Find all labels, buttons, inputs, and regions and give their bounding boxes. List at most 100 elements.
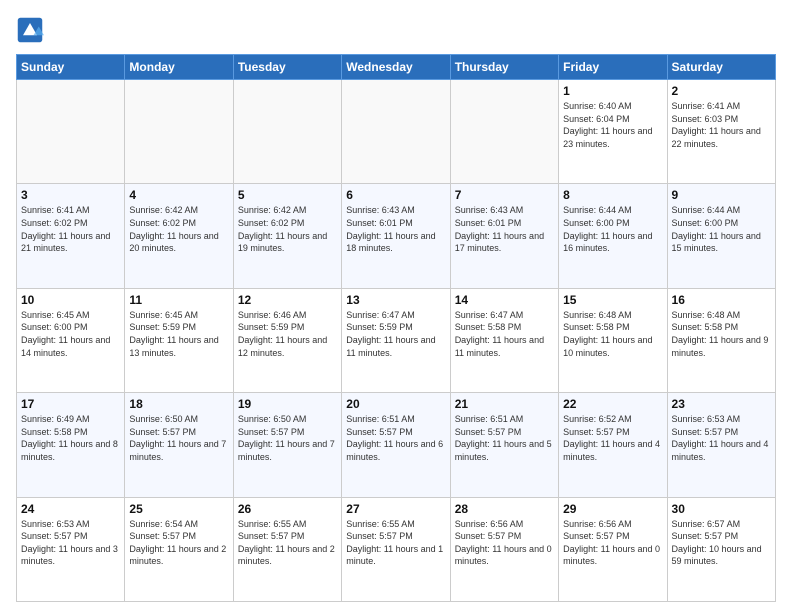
calendar-day-cell: 29 Sunrise: 6:56 AMSunset: 5:57 PMDayligh… <box>559 497 667 601</box>
day-number: 20 <box>346 397 445 411</box>
day-info: Sunrise: 6:43 AMSunset: 6:01 PMDaylight:… <box>455 204 554 254</box>
day-info: Sunrise: 6:50 AMSunset: 5:57 PMDaylight:… <box>238 413 337 463</box>
day-number: 12 <box>238 293 337 307</box>
day-info: Sunrise: 6:44 AMSunset: 6:00 PMDaylight:… <box>563 204 662 254</box>
calendar-day-cell: 19 Sunrise: 6:50 AMSunset: 5:57 PMDayligh… <box>233 393 341 497</box>
day-number: 17 <box>21 397 120 411</box>
calendar-day-cell: 30 Sunrise: 6:57 AMSunset: 5:57 PMDayligh… <box>667 497 775 601</box>
day-number: 30 <box>672 502 771 516</box>
day-number: 22 <box>563 397 662 411</box>
calendar-day-cell <box>450 80 558 184</box>
calendar-day-cell: 3 Sunrise: 6:41 AMSunset: 6:02 PMDaylight… <box>17 184 125 288</box>
day-number: 3 <box>21 188 120 202</box>
day-info: Sunrise: 6:49 AMSunset: 5:58 PMDaylight:… <box>21 413 120 463</box>
day-number: 2 <box>672 84 771 98</box>
calendar-day-cell: 18Sunrise: 6:50 AMSunset: 5:57 PMDayligh… <box>125 393 233 497</box>
weekday-header: Thursday <box>450 55 558 80</box>
calendar-day-cell: 7 Sunrise: 6:43 AMSunset: 6:01 PMDaylight… <box>450 184 558 288</box>
day-number: 25 <box>129 502 228 516</box>
day-number: 27 <box>346 502 445 516</box>
calendar-day-cell <box>125 80 233 184</box>
calendar-day-cell: 14 Sunrise: 6:47 AMSunset: 5:58 PMDayligh… <box>450 288 558 392</box>
day-info: Sunrise: 6:43 AMSunset: 6:01 PMDaylight:… <box>346 204 445 254</box>
day-info: Sunrise: 6:45 AMSunset: 6:00 PMDaylight:… <box>21 309 120 359</box>
calendar-day-cell: 12 Sunrise: 6:46 AMSunset: 5:59 PMDayligh… <box>233 288 341 392</box>
day-info: Sunrise: 6:46 AMSunset: 5:59 PMDaylight:… <box>238 309 337 359</box>
day-info: Sunrise: 6:48 AMSunset: 5:58 PMDaylight:… <box>563 309 662 359</box>
day-info: Sunrise: 6:45 AMSunset: 5:59 PMDaylight:… <box>129 309 228 359</box>
logo <box>16 16 48 44</box>
calendar-day-cell: 25 Sunrise: 6:54 AMSunset: 5:57 PMDayligh… <box>125 497 233 601</box>
calendar-day-cell: 16Sunrise: 6:48 AMSunset: 5:58 PMDayligh… <box>667 288 775 392</box>
day-info: Sunrise: 6:51 AMSunset: 5:57 PMDaylight:… <box>455 413 554 463</box>
day-number: 7 <box>455 188 554 202</box>
weekday-header-row: SundayMondayTuesdayWednesdayThursdayFrid… <box>17 55 776 80</box>
logo-icon <box>16 16 44 44</box>
day-info: Sunrise: 6:42 AMSunset: 6:02 PMDaylight:… <box>129 204 228 254</box>
day-info: Sunrise: 6:51 AMSunset: 5:57 PMDaylight:… <box>346 413 445 463</box>
day-info: Sunrise: 6:57 AMSunset: 5:57 PMDaylight:… <box>672 518 771 568</box>
weekday-header: Sunday <box>17 55 125 80</box>
day-info: Sunrise: 6:52 AMSunset: 5:57 PMDaylight:… <box>563 413 662 463</box>
calendar-day-cell: 10Sunrise: 6:45 AMSunset: 6:00 PMDayligh… <box>17 288 125 392</box>
day-info: Sunrise: 6:56 AMSunset: 5:57 PMDaylight:… <box>455 518 554 568</box>
day-info: Sunrise: 6:55 AMSunset: 5:57 PMDaylight:… <box>238 518 337 568</box>
calendar-day-cell: 2 Sunrise: 6:41 AMSunset: 6:03 PMDaylight… <box>667 80 775 184</box>
day-number: 24 <box>21 502 120 516</box>
day-number: 26 <box>238 502 337 516</box>
day-number: 14 <box>455 293 554 307</box>
calendar-day-cell: 17 Sunrise: 6:49 AMSunset: 5:58 PMDayligh… <box>17 393 125 497</box>
calendar-week-row: 24 Sunrise: 6:53 AMSunset: 5:57 PMDayligh… <box>17 497 776 601</box>
day-number: 4 <box>129 188 228 202</box>
calendar-day-cell: 24 Sunrise: 6:53 AMSunset: 5:57 PMDayligh… <box>17 497 125 601</box>
weekday-header: Friday <box>559 55 667 80</box>
day-number: 29 <box>563 502 662 516</box>
day-info: Sunrise: 6:47 AMSunset: 5:59 PMDaylight:… <box>346 309 445 359</box>
day-info: Sunrise: 6:41 AMSunset: 6:02 PMDaylight:… <box>21 204 120 254</box>
day-info: Sunrise: 6:53 AMSunset: 5:57 PMDaylight:… <box>21 518 120 568</box>
day-info: Sunrise: 6:44 AMSunset: 6:00 PMDaylight:… <box>672 204 771 254</box>
calendar-week-row: 1 Sunrise: 6:40 AMSunset: 6:04 PMDaylight… <box>17 80 776 184</box>
day-number: 6 <box>346 188 445 202</box>
day-number: 28 <box>455 502 554 516</box>
day-info: Sunrise: 6:55 AMSunset: 5:57 PMDaylight:… <box>346 518 445 568</box>
calendar-day-cell: 20 Sunrise: 6:51 AMSunset: 5:57 PMDayligh… <box>342 393 450 497</box>
weekday-header: Tuesday <box>233 55 341 80</box>
calendar-table: SundayMondayTuesdayWednesdayThursdayFrid… <box>16 54 776 602</box>
day-number: 16 <box>672 293 771 307</box>
day-number: 5 <box>238 188 337 202</box>
calendar-day-cell <box>233 80 341 184</box>
page: SundayMondayTuesdayWednesdayThursdayFrid… <box>0 0 792 612</box>
calendar-day-cell: 15Sunrise: 6:48 AMSunset: 5:58 PMDayligh… <box>559 288 667 392</box>
weekday-header: Saturday <box>667 55 775 80</box>
day-number: 1 <box>563 84 662 98</box>
header <box>16 16 776 44</box>
calendar-day-cell <box>17 80 125 184</box>
calendar-day-cell: 13Sunrise: 6:47 AMSunset: 5:59 PMDayligh… <box>342 288 450 392</box>
calendar-day-cell: 21 Sunrise: 6:51 AMSunset: 5:57 PMDayligh… <box>450 393 558 497</box>
calendar-day-cell: 5Sunrise: 6:42 AMSunset: 6:02 PMDaylight… <box>233 184 341 288</box>
day-info: Sunrise: 6:50 AMSunset: 5:57 PMDaylight:… <box>129 413 228 463</box>
calendar-day-cell: 28 Sunrise: 6:56 AMSunset: 5:57 PMDayligh… <box>450 497 558 601</box>
day-number: 11 <box>129 293 228 307</box>
weekday-header: Monday <box>125 55 233 80</box>
calendar-day-cell: 1 Sunrise: 6:40 AMSunset: 6:04 PMDaylight… <box>559 80 667 184</box>
day-info: Sunrise: 6:40 AMSunset: 6:04 PMDaylight:… <box>563 100 662 150</box>
calendar-day-cell: 8 Sunrise: 6:44 AMSunset: 6:00 PMDaylight… <box>559 184 667 288</box>
calendar-day-cell: 11 Sunrise: 6:45 AMSunset: 5:59 PMDayligh… <box>125 288 233 392</box>
day-number: 21 <box>455 397 554 411</box>
day-number: 19 <box>238 397 337 411</box>
calendar-day-cell: 9Sunrise: 6:44 AMSunset: 6:00 PMDaylight… <box>667 184 775 288</box>
day-number: 8 <box>563 188 662 202</box>
day-info: Sunrise: 6:53 AMSunset: 5:57 PMDaylight:… <box>672 413 771 463</box>
calendar-day-cell: 22 Sunrise: 6:52 AMSunset: 5:57 PMDayligh… <box>559 393 667 497</box>
day-info: Sunrise: 6:41 AMSunset: 6:03 PMDaylight:… <box>672 100 771 150</box>
day-number: 23 <box>672 397 771 411</box>
day-info: Sunrise: 6:47 AMSunset: 5:58 PMDaylight:… <box>455 309 554 359</box>
calendar-day-cell: 23 Sunrise: 6:53 AMSunset: 5:57 PMDayligh… <box>667 393 775 497</box>
day-info: Sunrise: 6:54 AMSunset: 5:57 PMDaylight:… <box>129 518 228 568</box>
weekday-header: Wednesday <box>342 55 450 80</box>
day-info: Sunrise: 6:56 AMSunset: 5:57 PMDaylight:… <box>563 518 662 568</box>
calendar-week-row: 17 Sunrise: 6:49 AMSunset: 5:58 PMDayligh… <box>17 393 776 497</box>
calendar-week-row: 3 Sunrise: 6:41 AMSunset: 6:02 PMDaylight… <box>17 184 776 288</box>
